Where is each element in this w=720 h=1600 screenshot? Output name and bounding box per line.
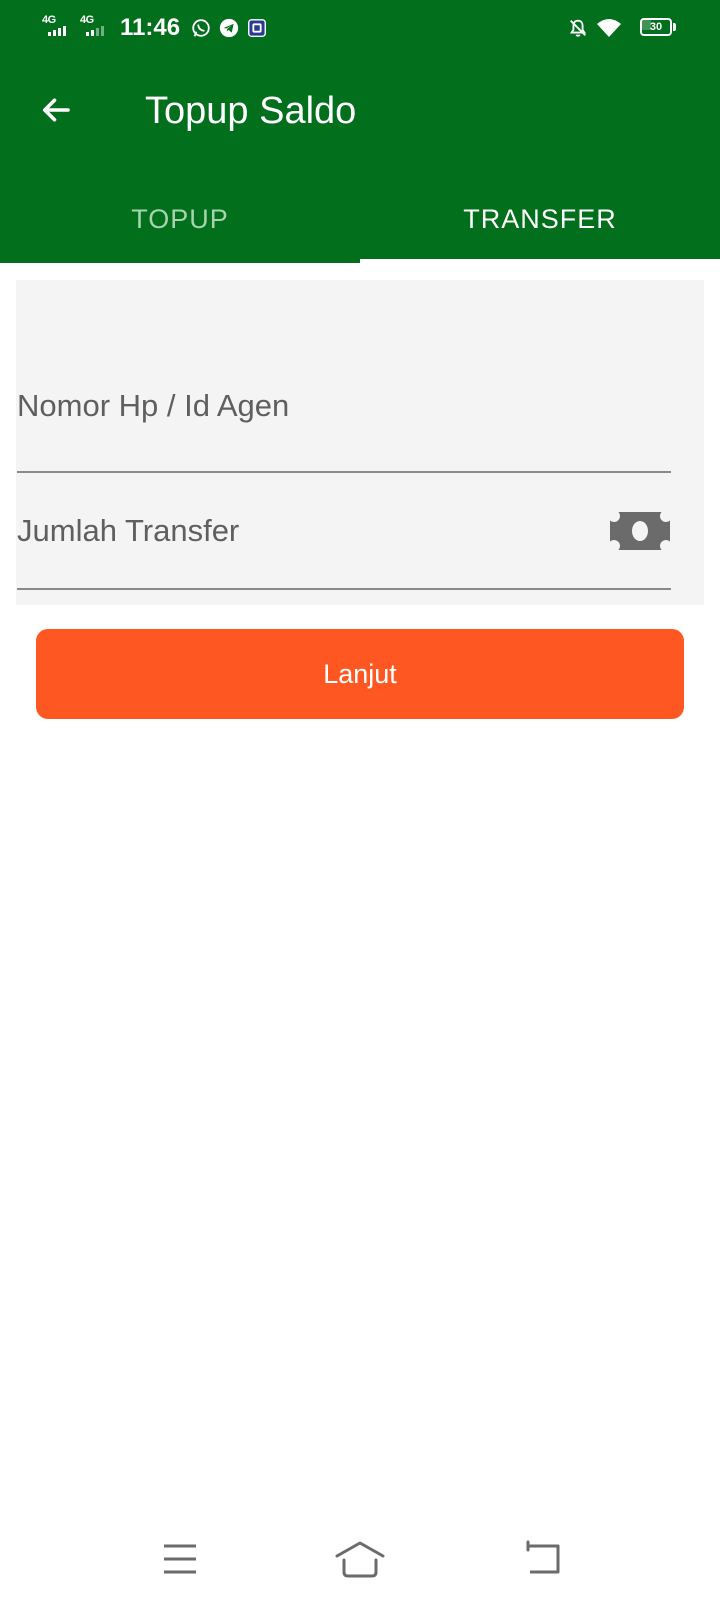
whatsapp-icon	[190, 17, 212, 39]
home-button[interactable]	[330, 1534, 390, 1584]
tab-transfer[interactable]: TRANSFER	[360, 176, 720, 263]
app-notification-icon	[246, 17, 268, 39]
back-button[interactable]	[30, 84, 82, 136]
recent-apps-button[interactable]	[150, 1534, 210, 1584]
system-back-button[interactable]	[518, 1534, 578, 1584]
phone-agent-id-field	[17, 300, 671, 473]
transfer-amount-field	[17, 473, 671, 590]
back-icon	[526, 1540, 560, 1574]
home-icon	[335, 1541, 385, 1578]
continue-button[interactable]: Lanjut	[36, 629, 684, 719]
tab-bar: TOPUP TRANSFER	[0, 176, 720, 263]
tab-topup[interactable]: TOPUP	[0, 176, 360, 263]
wifi-icon	[596, 17, 622, 39]
signal-bars-icon	[86, 24, 104, 36]
status-time: 11:46	[120, 14, 181, 41]
status-bar: 4G 4G 11:46 30	[0, 0, 720, 56]
cellular-signal-1: 4G	[42, 14, 72, 40]
battery-level: 30	[649, 21, 663, 33]
transfer-amount-input[interactable]	[17, 473, 671, 588]
system-navigation-bar	[0, 1520, 720, 1600]
battery-icon: 30	[640, 18, 676, 38]
money-icon	[610, 512, 670, 550]
phone-agent-id-input[interactable]	[17, 300, 671, 471]
telegram-icon	[218, 17, 240, 39]
menu-icon	[164, 1544, 196, 1574]
mute-notifications-icon	[567, 17, 589, 39]
page-title: Topup Saldo	[145, 90, 357, 132]
field-underline	[17, 588, 671, 590]
cellular-signal-2: 4G	[80, 14, 110, 40]
arrow-left-icon	[42, 98, 70, 122]
app-header: 4G 4G 11:46 30 Topup Saldo TOPUP TRANSFE…	[0, 0, 720, 263]
tab-indicator	[360, 259, 720, 263]
signal-bars-icon	[48, 24, 66, 36]
